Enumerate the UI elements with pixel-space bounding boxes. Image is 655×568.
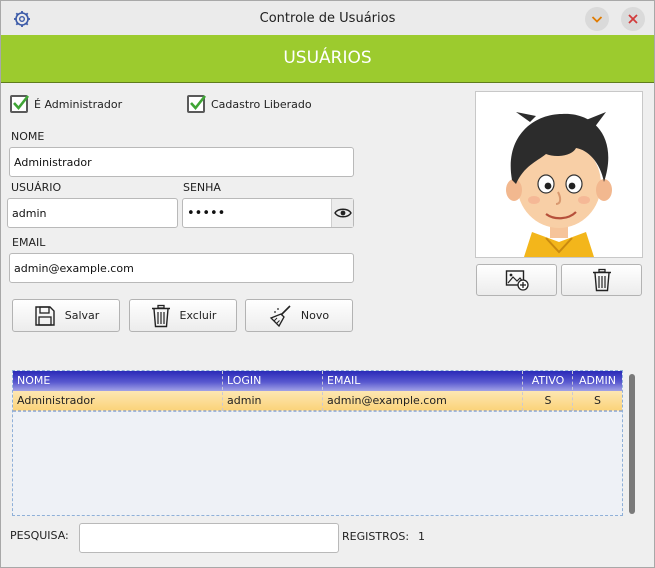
cell-name: Administrador <box>17 394 95 407</box>
registration-enabled-label: Cadastro Liberado <box>211 97 312 111</box>
column-header-email[interactable]: EMAIL <box>323 371 523 391</box>
users-table[interactable]: NOME LOGIN EMAIL ATIVO ADMIN Administrad… <box>12 370 623 516</box>
checkmark-icon <box>190 95 207 111</box>
table-scrollbar[interactable] <box>629 374 635 514</box>
cell-email: admin@example.com <box>327 394 447 407</box>
broom-icon <box>269 304 291 327</box>
column-header-active[interactable]: ATIVO <box>523 371 573 391</box>
close-icon <box>628 14 638 24</box>
title-bar: Controle de Usuários <box>1 1 654 35</box>
delete-button[interactable]: Excluir <box>129 299 237 332</box>
email-label: EMAIL <box>12 236 46 249</box>
password-input[interactable] <box>182 198 354 228</box>
registration-enabled-checkbox[interactable]: Cadastro Liberado <box>187 95 312 113</box>
add-photo-button[interactable] <box>476 264 557 296</box>
is-admin-label: É Administrador <box>34 97 123 111</box>
delete-label: Excluir <box>179 309 217 322</box>
eye-icon <box>334 208 352 218</box>
cell-active: S <box>544 394 552 407</box>
column-separator <box>322 371 323 411</box>
name-label: NOME <box>11 130 45 143</box>
email-input[interactable] <box>9 253 354 283</box>
name-input[interactable] <box>9 147 354 177</box>
minimize-button[interactable] <box>585 7 609 31</box>
column-header-name[interactable]: NOME <box>13 371 223 391</box>
user-avatar-photo <box>475 91 643 258</box>
page-title: USUÁRIOS <box>283 48 372 68</box>
column-header-login[interactable]: LOGIN <box>223 371 323 391</box>
checkbox-box[interactable] <box>187 95 207 113</box>
table-header: NOME LOGIN EMAIL ATIVO ADMIN <box>13 371 622 391</box>
records-count: 1 <box>418 530 425 543</box>
cell-login: admin <box>227 394 262 407</box>
table-row[interactable]: Administrador admin admin@example.com S … <box>13 391 622 411</box>
column-separator <box>522 371 523 411</box>
save-label: Salvar <box>64 309 100 322</box>
chevron-down-icon <box>591 16 603 23</box>
close-button[interactable] <box>621 7 645 31</box>
is-admin-checkbox[interactable]: É Administrador <box>10 95 122 113</box>
trash-icon <box>592 268 611 292</box>
show-password-button[interactable] <box>331 199 353 227</box>
new-button[interactable]: Novo <box>245 299 353 332</box>
remove-photo-button[interactable] <box>561 264 642 296</box>
cell-admin: S <box>594 394 601 407</box>
image-add-icon <box>505 270 529 291</box>
column-separator <box>222 371 223 411</box>
records-label: REGISTROS: <box>342 530 410 543</box>
row-separator <box>13 411 622 412</box>
save-button[interactable]: Salvar <box>12 299 120 332</box>
search-input[interactable] <box>79 523 339 553</box>
checkbox-box[interactable] <box>10 95 30 113</box>
page-header-banner: USUÁRIOS <box>1 35 654 83</box>
window-title: Controle de Usuários <box>259 11 396 26</box>
checkmark-icon <box>13 95 30 111</box>
column-header-admin[interactable]: ADMIN <box>573 371 622 391</box>
cartoon-boy-avatar <box>506 112 612 257</box>
main-window: Controle de Usuários USUÁRIOS É Administ… <box>0 0 655 568</box>
username-label: USUÁRIO <box>11 181 62 194</box>
trash-icon <box>151 304 170 327</box>
search-label: PESQUISA: <box>10 529 69 542</box>
floppy-disk-icon <box>35 305 55 326</box>
username-input[interactable] <box>7 198 178 228</box>
password-label: SENHA <box>183 181 221 194</box>
new-label: Novo <box>300 309 330 322</box>
column-separator <box>572 371 573 411</box>
